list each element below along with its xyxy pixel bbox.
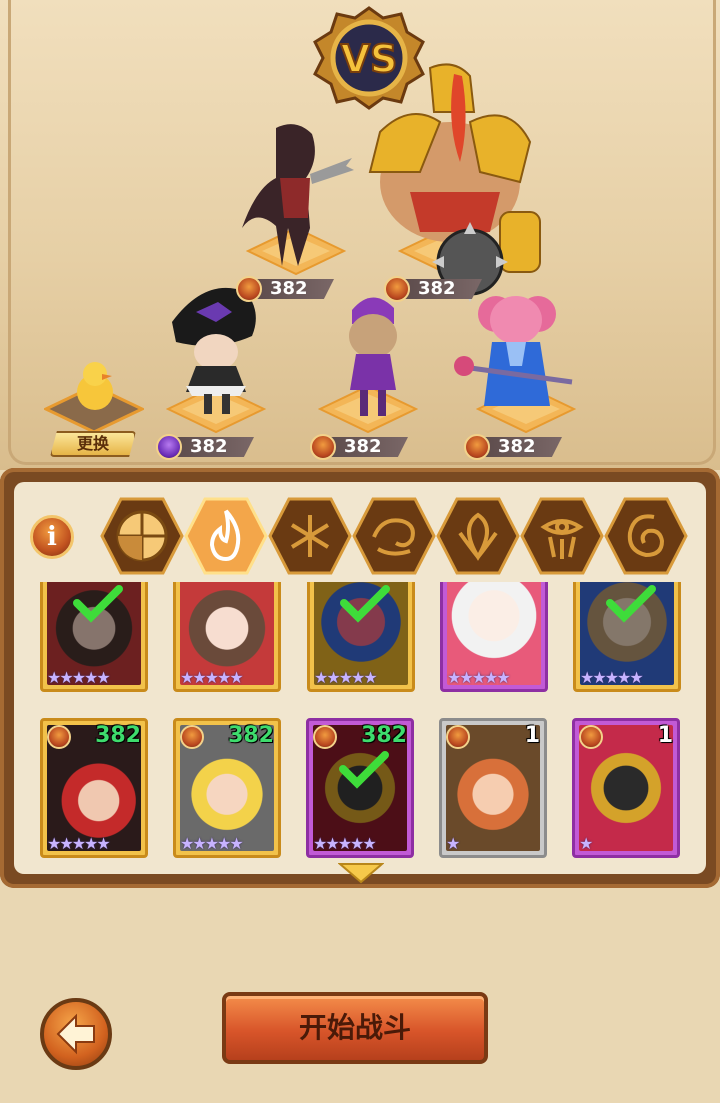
level-tag-back-left: 382 bbox=[236, 276, 336, 302]
all-icon bbox=[116, 510, 168, 562]
hero-card[interactable]: ★★★★★ bbox=[307, 582, 415, 692]
fire-element-icon bbox=[579, 725, 603, 749]
level-value: 382 bbox=[190, 436, 228, 457]
hero-level: 382 bbox=[361, 723, 407, 748]
filter-ice-tab[interactable] bbox=[268, 497, 352, 575]
hero-archer[interactable] bbox=[338, 290, 408, 420]
fire-element-icon bbox=[47, 725, 71, 749]
hero-card[interactable]: 1 ★ bbox=[572, 718, 680, 858]
star-rating: ★ bbox=[446, 834, 460, 853]
star-rating: ★★★★★ bbox=[180, 834, 244, 853]
fire-element-icon bbox=[310, 434, 336, 460]
fire-element-icon bbox=[384, 276, 410, 302]
hero-card[interactable]: ★★★★★ bbox=[440, 582, 548, 692]
star-rating: ★★★★★ bbox=[580, 668, 644, 687]
hero-mage[interactable] bbox=[452, 286, 578, 416]
selected-check-icon bbox=[340, 585, 390, 623]
fire-element-icon bbox=[446, 725, 470, 749]
void-element-icon bbox=[156, 434, 182, 460]
level-tag-back-right: 382 bbox=[384, 276, 484, 302]
level-tag-front-3: 382 bbox=[464, 434, 564, 460]
fire-element-icon bbox=[464, 434, 490, 460]
hero-card[interactable]: ★★★★★ bbox=[40, 582, 148, 692]
hero-witch[interactable] bbox=[166, 282, 266, 416]
filter-all-tab[interactable] bbox=[100, 497, 184, 575]
hero-card[interactable]: 382 ★★★★★ bbox=[40, 718, 148, 858]
filter-light-tab[interactable] bbox=[604, 497, 688, 575]
filter-nature-tab[interactable] bbox=[436, 497, 520, 575]
fire-element-icon bbox=[180, 725, 204, 749]
hero-level: 382 bbox=[228, 723, 274, 748]
info-button[interactable]: i bbox=[30, 515, 74, 559]
hero-card[interactable]: 382 ★★★★★ bbox=[173, 718, 281, 858]
hero-gladiator[interactable] bbox=[350, 62, 550, 312]
battle-field: VS 382 382 382 382 382 更换 bbox=[0, 0, 720, 470]
selected-check-icon bbox=[339, 751, 389, 789]
star-rating: ★★★★★ bbox=[180, 668, 244, 687]
star-rating: ★★★★★ bbox=[313, 834, 377, 853]
hero-card[interactable]: 1 ★ bbox=[439, 718, 547, 858]
hero-assassin[interactable] bbox=[236, 118, 356, 268]
star-rating: ★★★★★ bbox=[47, 834, 111, 853]
start-battle-button[interactable]: 开始战斗 bbox=[222, 992, 488, 1064]
filter-dark-tab[interactable] bbox=[520, 497, 604, 575]
star-rating: ★★★★★ bbox=[314, 668, 378, 687]
star-rating: ★★★★★ bbox=[447, 668, 511, 687]
selected-check-icon bbox=[606, 585, 656, 623]
level-value: 382 bbox=[344, 436, 382, 457]
roster-row-1: ★★★★★ ★★★★★ ★★★★★ ★★★★★ ★★★★★ bbox=[40, 582, 690, 694]
swap-pet-button[interactable]: 更换 bbox=[50, 431, 136, 457]
level-tag-front-1: 382 bbox=[156, 434, 256, 460]
star-rating: ★ bbox=[579, 834, 593, 853]
star-rating: ★★★★★ bbox=[47, 668, 111, 687]
filter-wind-tab[interactable] bbox=[352, 497, 436, 575]
hero-level: 1 bbox=[657, 723, 673, 748]
pet-chick[interactable] bbox=[74, 360, 116, 412]
level-value: 382 bbox=[418, 278, 456, 299]
fire-element-icon bbox=[313, 725, 337, 749]
scroll-down-icon[interactable] bbox=[338, 862, 384, 884]
hero-card[interactable]: 382 ★★★★★ bbox=[306, 718, 414, 858]
hero-level: 1 bbox=[524, 723, 540, 748]
selected-check-icon bbox=[73, 585, 123, 623]
back-button[interactable] bbox=[40, 998, 112, 1070]
hero-card[interactable]: ★★★★★ bbox=[173, 582, 281, 692]
hero-card[interactable]: ★★★★★ bbox=[573, 582, 681, 692]
hero-level: 382 bbox=[95, 723, 141, 748]
level-tag-front-2: 382 bbox=[310, 434, 410, 460]
level-value: 382 bbox=[498, 436, 536, 457]
back-arrow-icon bbox=[56, 1013, 95, 1055]
level-value: 382 bbox=[270, 278, 308, 299]
filter-fire-tab[interactable] bbox=[184, 497, 268, 575]
fire-element-icon bbox=[236, 276, 262, 302]
